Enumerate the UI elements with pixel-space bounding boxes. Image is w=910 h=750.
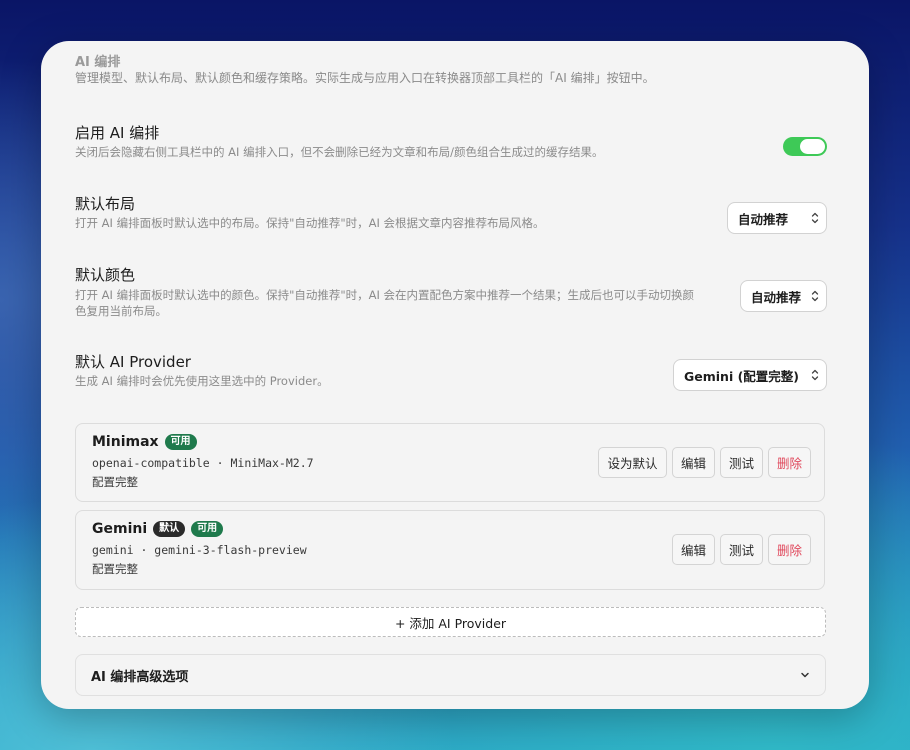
settings-panel: AI 编排 管理模型、默认布局、默认颜色和缓存策略。实际生成与应用入口在转换器顶… (41, 41, 869, 709)
default-provider-title: 默认 AI Provider (75, 353, 191, 371)
available-badge: 可用 (191, 521, 224, 537)
default-provider-select[interactable]: Gemini (配置完整) (673, 359, 827, 391)
provider-header: Minimax 可用 (92, 434, 197, 450)
default-layout-description: 打开 AI 编排面板时默认选中的布局。保持"自动推荐"时，AI 会根据文章内容推… (75, 216, 545, 230)
provider-status: 配置完整 (92, 475, 138, 489)
provider-name: Gemini (92, 521, 148, 537)
select-chevron-icon (811, 212, 819, 224)
provider-header: Gemini 默认 可用 (92, 521, 224, 537)
add-provider-button[interactable]: + 添加 AI Provider (75, 607, 826, 637)
delete-button[interactable]: 删除 (768, 447, 811, 478)
provider-meta: openai-compatible · MiniMax-M2.7 (92, 456, 314, 470)
delete-button[interactable]: 删除 (768, 534, 811, 565)
section-description: 管理模型、默认布局、默认颜色和缓存策略。实际生成与应用入口在转换器顶部工具栏的「… (75, 71, 655, 85)
toggle-knob (800, 139, 825, 154)
advanced-options-disclosure[interactable]: AI 编排高级选项 (75, 654, 826, 696)
provider-meta: gemini · gemini-3-flash-preview (92, 543, 307, 557)
select-chevron-icon (811, 369, 819, 381)
chevron-down-icon (801, 672, 809, 678)
provider-name: Minimax (92, 434, 159, 450)
default-layout-value: 自动推荐 (738, 211, 789, 227)
advanced-options-label: AI 编排高级选项 (91, 670, 189, 685)
default-layout-select[interactable]: 自动推荐 (727, 202, 827, 234)
section-title: AI 编排 (75, 55, 121, 70)
enable-ai-toggle[interactable] (783, 137, 827, 156)
default-color-description-line1: 打开 AI 编排面板时默认选中的颜色。保持"自动推荐"时，AI 会在内置配色方案… (75, 288, 695, 302)
provider-status: 配置完整 (92, 562, 138, 576)
default-layout-title: 默认布局 (75, 195, 136, 213)
provider-card-minimax: Minimax 可用 openai-compatible · MiniMax-M… (75, 423, 825, 502)
default-color-value: 自动推荐 (751, 289, 802, 305)
set-default-button[interactable]: 设为默认 (598, 447, 667, 478)
default-provider-description: 生成 AI 编排时会优先使用这里选中的 Provider。 (75, 374, 329, 388)
provider-card-gemini: Gemini 默认 可用 gemini · gemini-3-flash-pre… (75, 510, 825, 590)
default-badge: 默认 (153, 521, 186, 537)
default-color-title: 默认颜色 (75, 266, 136, 284)
test-button[interactable]: 测试 (720, 447, 763, 478)
edit-button[interactable]: 编辑 (672, 447, 715, 478)
enable-ai-description: 关闭后会隐藏右侧工具栏中的 AI 编排入口，但不会删除已经为文章和布局/颜色组合… (75, 145, 604, 159)
default-color-select[interactable]: 自动推荐 (740, 280, 827, 312)
default-color-description-line2: 色复用当前布局。 (75, 304, 167, 318)
enable-ai-title: 启用 AI 编排 (75, 124, 160, 142)
default-color-description: 打开 AI 编排面板时默认选中的颜色。保持"自动推荐"时，AI 会在内置配色方案… (75, 287, 735, 319)
default-provider-value: Gemini (配置完整) (684, 368, 800, 384)
select-chevron-icon (811, 290, 819, 302)
available-badge: 可用 (164, 434, 197, 450)
edit-button[interactable]: 编辑 (672, 534, 715, 565)
test-button[interactable]: 测试 (720, 534, 763, 565)
